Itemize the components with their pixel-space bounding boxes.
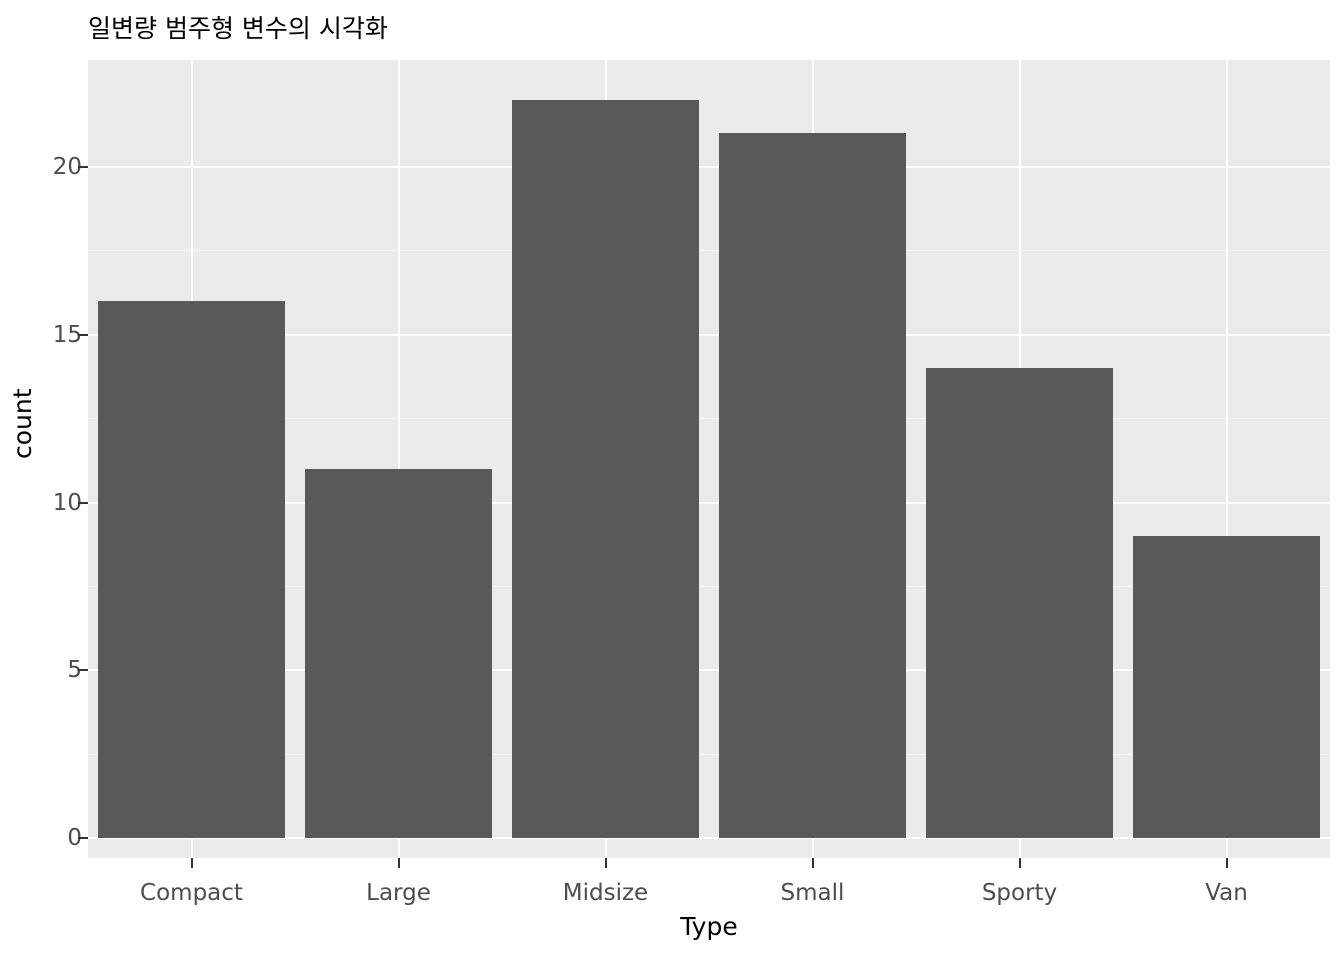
x-axis-tick-mark (811, 858, 814, 868)
bar-large (305, 468, 492, 838)
x-axis-title: Type (680, 912, 738, 941)
y-axis-title: count (8, 388, 37, 459)
x-axis-tick-label-large: Large (366, 880, 431, 906)
y-axis-tick-mark (78, 333, 88, 336)
y-axis-tick-mark (78, 837, 88, 839)
x-axis-tick-mark (1225, 858, 1228, 868)
y-axis-tick-mark (78, 166, 88, 168)
x-axis-tick-label-midsize: Midsize (562, 880, 649, 906)
y-axis-tick-mark (78, 669, 88, 672)
bar-sporty (926, 368, 1113, 838)
x-axis-tick-label-sporty: Sporty (981, 880, 1058, 906)
grid-line-minor (88, 250, 1330, 252)
plot-panel (88, 60, 1330, 858)
x-axis-tick-mark (397, 858, 400, 868)
x-axis-tick-mark (1018, 858, 1021, 868)
x-axis-tick-label-van: Van (1205, 880, 1248, 906)
x-axis-tick-mark (604, 858, 607, 868)
bar-small (719, 133, 906, 838)
bar-van (1133, 536, 1320, 838)
x-axis-tick-mark (190, 858, 193, 868)
bar-compact (98, 301, 285, 838)
x-axis-tick-label-compact: Compact (140, 880, 243, 906)
grid-line-major (88, 166, 1330, 168)
bar-midsize (512, 99, 699, 838)
y-axis-tick-mark (78, 501, 88, 504)
page-title: 일변량 범주형 변수의 시각화 (88, 14, 388, 43)
ggplot-bar-chart: 일변량 범주형 변수의 시각화 count Type 0 5 10 15 20 Comp… (0, 0, 1344, 960)
x-axis-tick-label-small: Small (780, 880, 845, 906)
